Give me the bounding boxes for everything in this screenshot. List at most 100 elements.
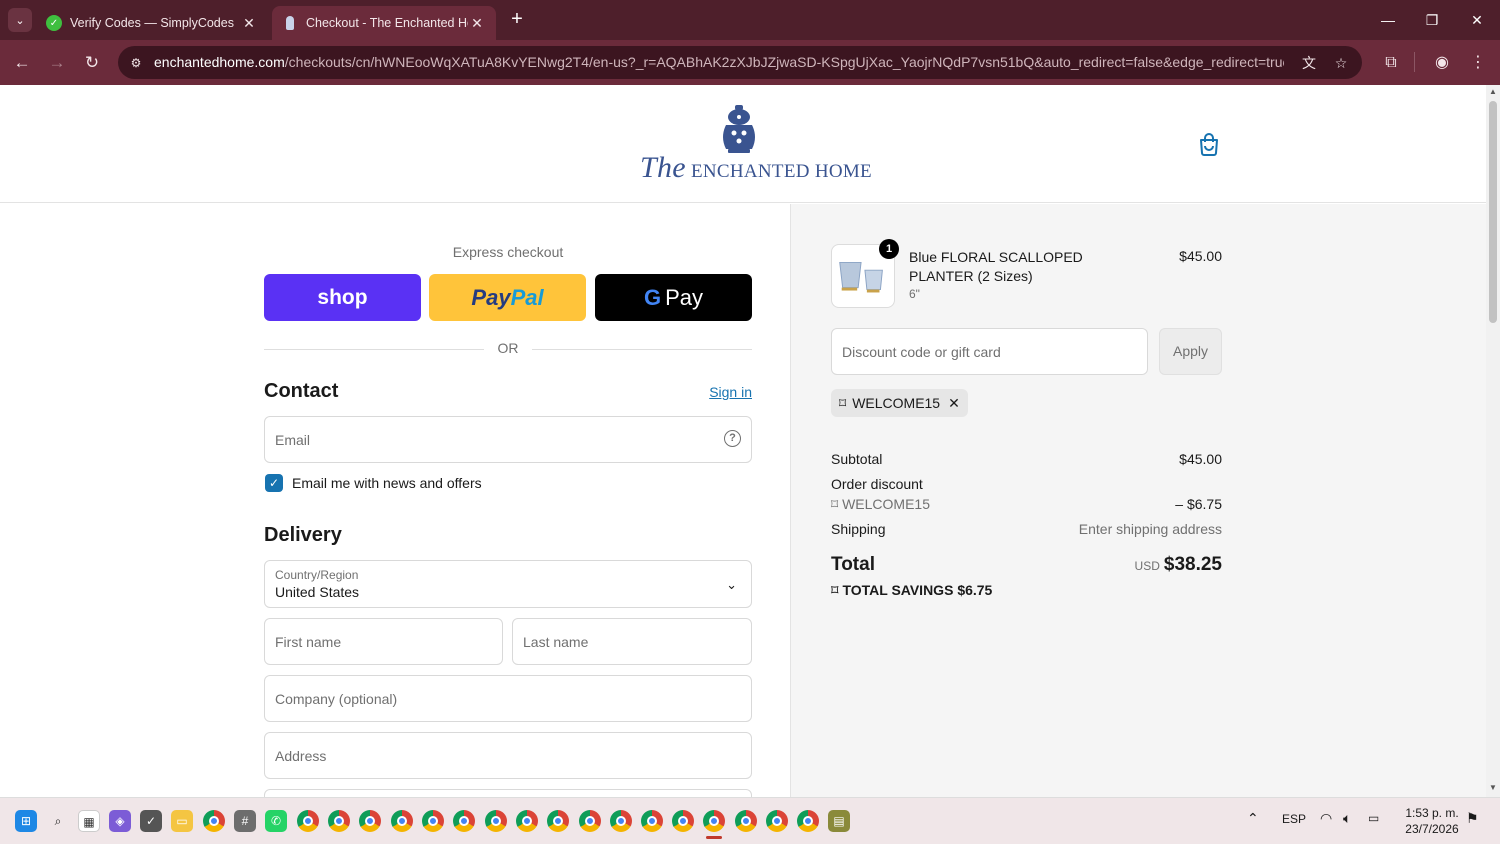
scroll-up-icon[interactable]: ▲ <box>1489 87 1497 96</box>
last-name-field[interactable]: Last name <box>512 618 752 665</box>
page-scrollbar[interactable]: ▲ ▼ <box>1486 85 1500 797</box>
discount-placeholder: Discount code or gift card <box>842 344 1001 360</box>
scroll-down-icon[interactable]: ▼ <box>1489 783 1497 792</box>
chrome-icon[interactable] <box>203 810 225 832</box>
notifications-icon[interactable]: ⚑ <box>1466 810 1479 827</box>
tag-icon: ⌑ <box>839 394 847 411</box>
chrome-window-icon[interactable] <box>735 810 757 832</box>
chrome-window-icon[interactable] <box>672 810 694 832</box>
google-pay-button[interactable]: G Pay <box>595 274 752 321</box>
url-text[interactable]: enchantedhome.com/checkouts/cn/hWNEooWqX… <box>154 54 1284 70</box>
order-discount-label: Order discount <box>831 476 923 492</box>
forward-icon[interactable]: → <box>44 50 70 76</box>
email-placeholder: Email <box>275 432 311 448</box>
chrome-window-icon[interactable] <box>297 810 319 832</box>
chrome-window-icon[interactable] <box>579 810 601 832</box>
country-select[interactable]: Country/Region United States ⌄ <box>264 560 752 608</box>
calculator-icon[interactable]: # <box>234 810 256 832</box>
tab-checkout[interactable]: Checkout - The Enchanted Home ✕ <box>272 6 496 40</box>
address-field[interactable]: Address <box>264 732 752 779</box>
search-icon[interactable]: ⌕ <box>47 810 69 832</box>
tab-simplycodes[interactable]: ✓ Verify Codes — SimplyCodes ✕ <box>36 6 268 40</box>
new-tab-icon[interactable]: + <box>506 9 528 31</box>
apply-button[interactable]: Apply <box>1159 328 1222 375</box>
paypal-pal-text: Pal <box>510 284 544 310</box>
chrome-window-icon[interactable] <box>547 810 569 832</box>
next-field[interactable] <box>264 789 752 797</box>
site-header: The ENCHANTED HOME <box>0 85 1486 203</box>
chrome-window-icon[interactable] <box>453 810 475 832</box>
address-placeholder: Address <box>275 748 327 764</box>
wifi-icon[interactable]: ◠ <box>1320 810 1332 827</box>
restore-icon[interactable]: ❐ <box>1410 6 1454 34</box>
savings-value: $6.75 <box>957 582 993 598</box>
remove-code-icon[interactable]: ✕ <box>948 395 960 412</box>
logo-wordmark: The ENCHANTED HOME <box>640 151 872 185</box>
close-window-icon[interactable]: ✕ <box>1455 6 1499 34</box>
back-icon[interactable]: ← <box>9 50 35 76</box>
battery-icon[interactable]: ▭ <box>1368 811 1379 825</box>
total-savings: ⌑ TOTAL SAVINGS $6.75 <box>831 582 992 599</box>
close-tab-icon[interactable]: ✕ <box>468 15 486 32</box>
url-path: /checkouts/cn/hWNEooWqXATuA8KvYENwg2T4/e… <box>284 54 1284 70</box>
email-field[interactable]: Email ? <box>264 416 752 463</box>
news-offers-checkbox[interactable]: ✓ <box>265 474 283 492</box>
reload-icon[interactable]: ↻ <box>79 50 105 76</box>
product-variant: 6" <box>909 287 920 301</box>
subtotal-label: Subtotal <box>831 451 883 467</box>
total-value: $38.25 <box>1163 554 1222 575</box>
profile-icon[interactable]: ◉ <box>1431 52 1453 74</box>
show-hidden-icons-icon[interactable]: ⌃ <box>1247 810 1259 827</box>
menu-icon[interactable]: ⋮ <box>1467 52 1489 74</box>
tab-search-chevron-icon[interactable]: ⌄ <box>8 8 32 32</box>
chrome-window-icon[interactable] <box>610 810 632 832</box>
shopping-bag-icon[interactable] <box>1196 131 1222 157</box>
simplycodes-favicon-icon: ✓ <box>46 15 62 31</box>
address-bar[interactable]: ⚙ enchantedhome.com/checkouts/cn/hWNEooW… <box>118 46 1362 79</box>
site-info-icon[interactable]: ⚙ <box>126 53 146 73</box>
notes-app-icon[interactable]: ▤ <box>828 810 850 832</box>
chrome-window-icon[interactable] <box>359 810 381 832</box>
whatsapp-icon[interactable]: ✆ <box>265 810 287 832</box>
news-offers-label[interactable]: Email me with news and offers <box>292 475 482 491</box>
chrome-window-icon[interactable] <box>485 810 507 832</box>
volume-icon[interactable]: 🔈︎ <box>1343 810 1351 827</box>
active-window-indicator <box>706 836 722 839</box>
copilot-icon[interactable]: ◈ <box>109 810 131 832</box>
google-pay-label: Pay <box>665 284 704 310</box>
browser-toolbar: ← → ↻ ⚙ enchantedhome.com/checkouts/cn/h… <box>0 40 1500 85</box>
chrome-window-icon[interactable] <box>766 810 788 832</box>
express-checkout-label: Express checkout <box>452 244 564 260</box>
first-name-field[interactable]: First name <box>264 618 503 665</box>
file-explorer-icon[interactable]: ▭ <box>171 810 193 832</box>
help-icon[interactable]: ? <box>724 430 741 447</box>
translate-icon[interactable]: 文 <box>1299 53 1319 73</box>
security-app-icon[interactable]: ✓ <box>140 810 162 832</box>
close-tab-icon[interactable]: ✕ <box>240 15 258 32</box>
chrome-window-icon-active[interactable] <box>703 810 725 832</box>
applied-code-text: WELCOME15 <box>852 395 941 411</box>
or-divider: OR <box>264 340 752 358</box>
discount-code-input[interactable]: Discount code or gift card <box>831 328 1148 375</box>
chrome-window-icon[interactable] <box>516 810 538 832</box>
chrome-window-icon[interactable] <box>328 810 350 832</box>
system-clock[interactable]: 1:53 p. m. 23/7/2026 <box>1396 805 1468 837</box>
chrome-window-icon[interactable] <box>797 810 819 832</box>
windows-start-icon[interactable]: ⊞ <box>15 810 37 832</box>
quantity-badge: 1 <box>879 239 899 259</box>
chrome-window-icon[interactable] <box>391 810 413 832</box>
chrome-window-icon[interactable] <box>641 810 663 832</box>
chrome-window-icon[interactable] <box>422 810 444 832</box>
sign-in-link[interactable]: Sign in <box>690 384 752 400</box>
company-field[interactable]: Company (optional) <box>264 675 752 722</box>
input-language[interactable]: ESP <box>1282 812 1306 826</box>
minimize-icon[interactable]: — <box>1366 6 1410 34</box>
bookmark-star-icon[interactable]: ☆ <box>1331 53 1351 73</box>
paypal-pay-text: Pay <box>471 284 511 310</box>
scrollbar-thumb[interactable] <box>1489 101 1497 323</box>
task-view-icon[interactable]: ▦ <box>78 810 100 832</box>
paypal-button[interactable]: Pay Pal <box>429 274 586 321</box>
shop-pay-button[interactable]: shop <box>264 274 421 321</box>
checkout-form: Express checkout shop Pay Pal G Pay OR Con… <box>0 204 790 797</box>
extensions-icon[interactable]: ⧉ <box>1380 52 1402 74</box>
